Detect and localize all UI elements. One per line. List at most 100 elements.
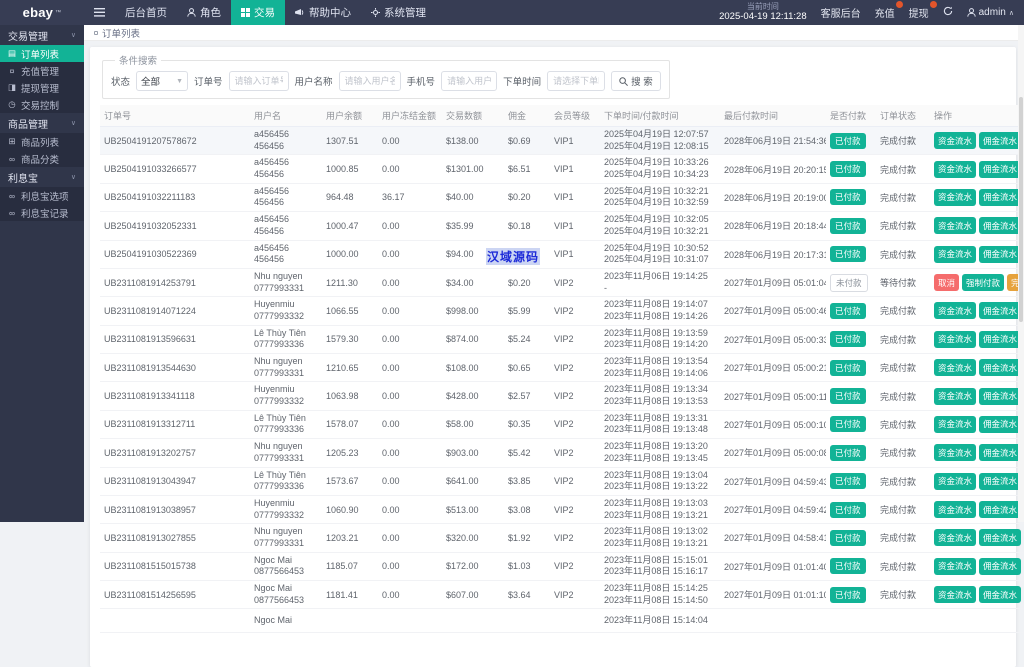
sidebar-item-interest-options[interactable]: ∞ 利息宝选项 xyxy=(0,187,84,204)
search-button[interactable]: 搜 索 xyxy=(611,71,661,91)
commission-flow-button[interactable]: 佣金流水 xyxy=(979,132,1022,150)
cell-order-id: UB2311081913043947 xyxy=(100,467,250,496)
cell-actions xyxy=(930,608,1024,634)
recharge-link[interactable]: 充值 xyxy=(875,1,903,20)
order-time-input[interactable] xyxy=(547,71,606,91)
cell-paid-status: 已付款 xyxy=(826,438,876,468)
commission-flow-button[interactable]: 佣金流水 xyxy=(979,188,1022,206)
status-select[interactable]: 全部 ▼ xyxy=(136,71,189,91)
cell-frozen-amount: 0.00 xyxy=(378,438,442,468)
cell-paid-status: 已付款 xyxy=(826,495,876,525)
cell-frozen-amount: 0.00 xyxy=(378,240,442,269)
funds-flow-button[interactable]: 资金流水 xyxy=(934,160,977,178)
cell-order-id: UB2504191033266577 xyxy=(100,154,250,184)
sidebar-item-order-list[interactable]: ▤ 订单列表 xyxy=(0,45,84,62)
funds-flow-button[interactable]: 资金流水 xyxy=(934,387,977,405)
admin-menu[interactable]: admin ∧ xyxy=(966,7,1014,18)
nav-item-trade[interactable]: 交易 xyxy=(231,0,285,25)
funds-flow-button[interactable]: 资金流水 xyxy=(934,359,977,377)
sidebar-group-product-management[interactable]: 商品管理 ∨ xyxy=(0,113,84,133)
paid-status-badge: 已付款 xyxy=(830,217,866,234)
sidebar-group-trade-management[interactable]: 交易管理 ∨ xyxy=(0,25,84,45)
sidebar-item-recharge-management[interactable]: ¤ 充值管理 xyxy=(0,62,84,79)
cell-paid-status: 已付款 xyxy=(826,240,876,269)
funds-flow-button[interactable]: 资金流水 xyxy=(934,188,977,206)
app-logo: ebay ™ xyxy=(0,0,84,25)
funds-flow-button[interactable]: 资金流水 xyxy=(934,444,977,462)
vertical-scrollbar[interactable] xyxy=(1018,25,1024,522)
commission-flow-button[interactable]: 佣金流水 xyxy=(979,557,1022,575)
cell-order-status: 完成付款 xyxy=(876,296,930,326)
paid-status-badge: 已付款 xyxy=(830,501,866,518)
commission-flow-button[interactable]: 佣金流水 xyxy=(979,160,1022,178)
cell-commission: $0.35 xyxy=(504,410,550,440)
sidebar-item-interest-records[interactable]: ∞ 利息宝记录 xyxy=(0,204,84,221)
nav-item-dashboard[interactable]: 后台首页 xyxy=(115,0,177,25)
gear-icon xyxy=(371,8,380,17)
funds-flow-button[interactable]: 资金流水 xyxy=(934,557,977,575)
cell-trade-amount: $34.00 xyxy=(442,268,504,298)
commission-flow-button[interactable]: 佣金流水 xyxy=(979,586,1022,604)
customer-service-link[interactable]: 客服后台 xyxy=(821,5,861,20)
sidebar-item-product-list[interactable]: ⊞ 商品列表 xyxy=(0,133,84,150)
commission-flow-button[interactable]: 佣金流水 xyxy=(979,501,1022,519)
commission-flow-button[interactable]: 佣金流水 xyxy=(979,415,1022,433)
cell-commission: $5.42 xyxy=(504,438,550,468)
cell-order-status: 完成付款 xyxy=(876,240,930,269)
funds-flow-button[interactable]: 资金流水 xyxy=(934,217,977,235)
cell-user-balance: 1578.07 xyxy=(322,410,378,440)
column-header: 最后付款时间 xyxy=(720,105,826,127)
funds-flow-button[interactable]: 资金流水 xyxy=(934,501,977,519)
cell-actions: 资金流水 佣金流水 xyxy=(930,183,1024,213)
nav-item-help-center[interactable]: 帮助中心 xyxy=(285,0,361,25)
nav-item-menu[interactable] xyxy=(84,0,115,25)
cell-paid-status: 未付款 xyxy=(826,268,876,298)
scrollbar-thumb[interactable] xyxy=(1019,97,1023,322)
cell-paid-status: 已付款 xyxy=(826,552,876,582)
funds-flow-button[interactable]: 资金流水 xyxy=(934,245,977,263)
sidebar-group-interest-treasure[interactable]: 利息宝 ∨ xyxy=(0,167,84,187)
funds-flow-button[interactable]: 资金流水 xyxy=(934,472,977,490)
commission-flow-button[interactable]: 佣金流水 xyxy=(979,444,1022,462)
funds-flow-button[interactable]: 资金流水 xyxy=(934,302,977,320)
commission-flow-button[interactable]: 佣金流水 xyxy=(979,302,1022,320)
commission-flow-button[interactable]: 佣金流水 xyxy=(979,330,1022,348)
current-time: 当前时间 2025-04-19 12:11:28 xyxy=(719,2,807,22)
username-input[interactable] xyxy=(338,71,401,91)
commission-flow-button[interactable]: 佣金流水 xyxy=(979,217,1022,235)
funds-flow-button[interactable]: 资金流水 xyxy=(934,330,977,348)
order-no-input[interactable] xyxy=(228,71,289,91)
cell-frozen-amount: 0.00 xyxy=(378,296,442,326)
refresh-icon[interactable] xyxy=(943,6,953,19)
nav-item-roles[interactable]: 角色 xyxy=(177,0,231,25)
sidebar-item-trade-control[interactable]: ◷ 交易控制 xyxy=(0,96,84,113)
cell-trade-amount: $428.00 xyxy=(442,381,504,411)
commission-flow-button[interactable]: 佣金流水 xyxy=(979,529,1022,547)
cancel-order-button[interactable]: 取消 xyxy=(934,274,960,292)
commission-flow-button[interactable]: 佣金流水 xyxy=(979,245,1022,263)
commission-flow-button[interactable]: 佣金流水 xyxy=(979,359,1022,377)
cell-last-pay-time: 2027年01月09日 05:00:46 xyxy=(720,296,826,326)
withdraw-link[interactable]: 提现 xyxy=(909,1,937,20)
nav-item-system[interactable]: 系统管理 xyxy=(361,0,436,25)
funds-flow-button[interactable]: 资金流水 xyxy=(934,529,977,547)
user-icon xyxy=(187,8,196,17)
cell-vip-level: VIP1 xyxy=(550,154,600,184)
funds-flow-button[interactable]: 资金流水 xyxy=(934,415,977,433)
sidebar-item-product-category[interactable]: ∞ 商品分类 xyxy=(0,150,84,167)
cell-vip-level: VIP2 xyxy=(550,381,600,411)
cell-commission: $5.99 xyxy=(504,296,550,326)
force-pay-button[interactable]: 强制付款 xyxy=(962,274,1005,292)
commission-flow-button[interactable]: 佣金流水 xyxy=(979,472,1022,490)
cell-last-pay-time: 2028年06月19日 20:20:15 xyxy=(720,154,826,184)
funds-flow-button[interactable]: 资金流水 xyxy=(934,132,977,150)
cell-user-balance: 1000.47 xyxy=(322,211,378,241)
paid-status-badge: 已付款 xyxy=(830,416,866,433)
commission-flow-button[interactable]: 佣金流水 xyxy=(979,387,1022,405)
cell-username: Huyenmiu 0777993332 xyxy=(250,296,322,326)
sidebar-item-withdraw-management[interactable]: ◨ 提现管理 xyxy=(0,79,84,96)
top-nav: 后台首页 角色 交易 帮助中心 系统管理 xyxy=(84,0,436,25)
grid-icon xyxy=(241,8,250,17)
phone-input[interactable] xyxy=(441,71,498,91)
funds-flow-button[interactable]: 资金流水 xyxy=(934,586,977,604)
